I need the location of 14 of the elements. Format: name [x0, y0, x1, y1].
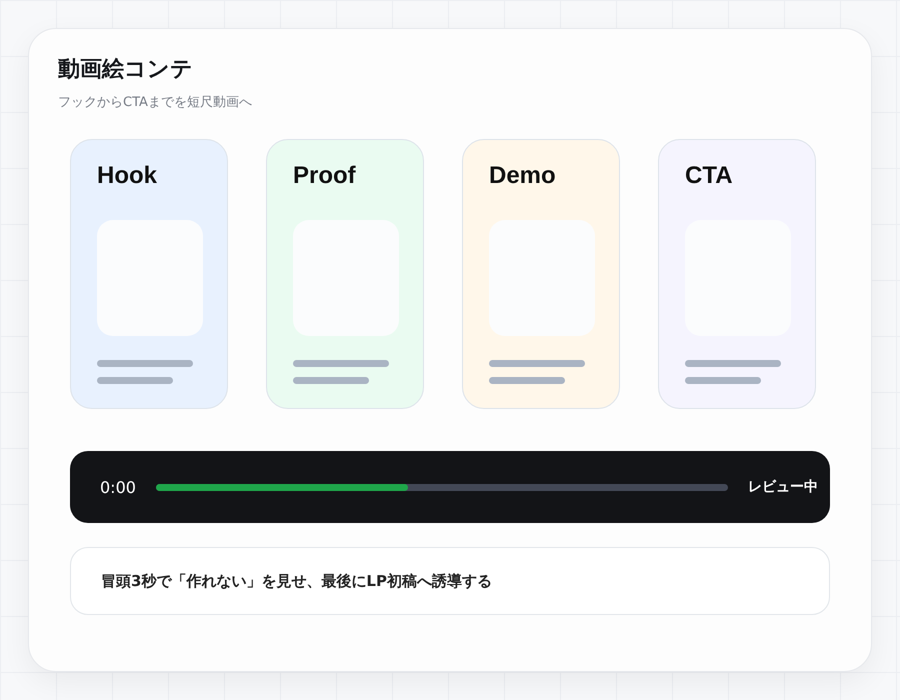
scene-label: CTA: [685, 162, 733, 190]
scene-label: Demo: [489, 162, 556, 190]
scene-label: Hook: [97, 162, 157, 190]
page-title: 動画絵コンテ: [58, 56, 194, 84]
scene-card[interactable]: Demo: [462, 139, 620, 409]
scene-card[interactable]: CTA: [658, 139, 816, 409]
progress-track[interactable]: [156, 484, 728, 490]
note-text: 冒頭3秒で「作れない」を見せ、最後にLP初稿へ誘導する: [101, 572, 492, 590]
scene-card[interactable]: Proof: [266, 139, 424, 409]
time-display: 0:00: [100, 478, 136, 496]
scene-card[interactable]: Hook: [70, 139, 228, 409]
page-subtitle: フックからCTAまでを短尺動画へ: [58, 94, 253, 111]
review-status: レビュー中: [748, 478, 818, 496]
scene-label: Proof: [293, 162, 356, 190]
